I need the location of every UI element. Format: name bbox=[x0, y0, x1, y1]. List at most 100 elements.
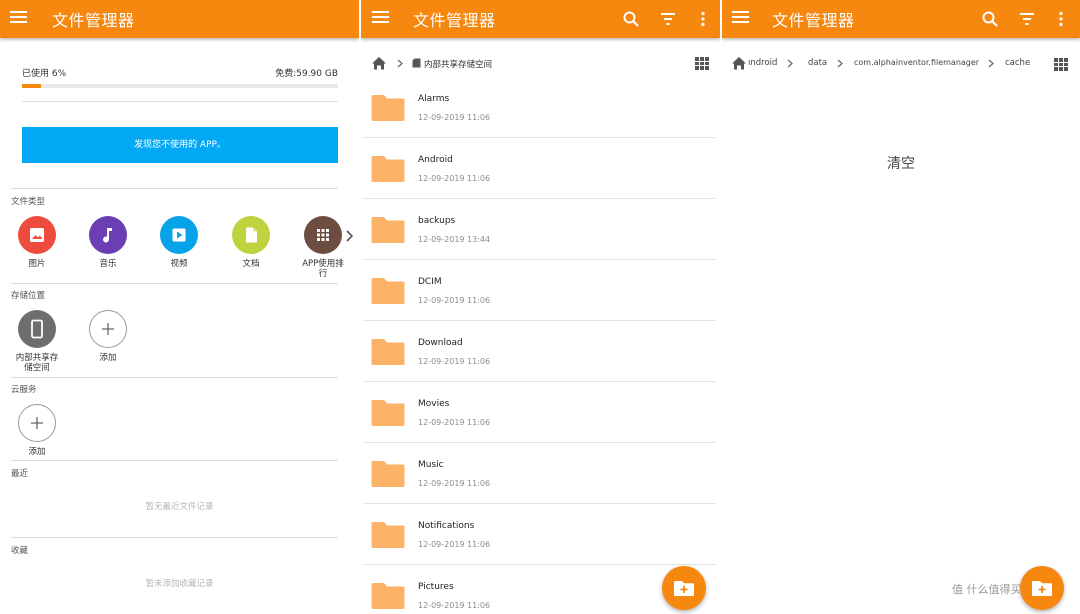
sd-card-icon bbox=[412, 58, 421, 68]
category-documents[interactable]: 文档 bbox=[221, 216, 281, 269]
storage-free-label: 免费:59.90 GB bbox=[275, 69, 338, 79]
folder-list-panel: 文件管理器 内部共享存储空间 Alarms 12-09-2019 11:06 And… bbox=[361, 0, 720, 614]
chevron-right-icon bbox=[837, 59, 843, 68]
app-title: 文件管理器 bbox=[772, 11, 855, 30]
folder-row[interactable]: backups 12-09-2019 13:44 bbox=[361, 199, 716, 260]
add-cloud-button[interactable]: 添加 bbox=[7, 404, 67, 457]
divider bbox=[11, 460, 338, 461]
divider bbox=[22, 101, 338, 102]
divider bbox=[11, 377, 338, 378]
category-videos[interactable]: 视频 bbox=[149, 216, 209, 269]
folder-row[interactable]: Music 12-09-2019 11:06 bbox=[361, 443, 716, 504]
storage-used-label: 已使用 6% bbox=[22, 69, 67, 79]
category-label: 图片 bbox=[28, 259, 46, 269]
breadcrumb-item[interactable]: ındroid bbox=[748, 58, 777, 68]
home-panel: 文件管理器 已使用 6% 免费:59.90 GB 发现您不使用的 APP。 文件… bbox=[0, 0, 359, 614]
breadcrumb-current[interactable]: 内部共享存储空间 bbox=[424, 58, 492, 70]
category-label: 视频 bbox=[170, 259, 188, 269]
breadcrumb-item[interactable]: data bbox=[808, 58, 827, 68]
menu-icon[interactable] bbox=[372, 10, 389, 24]
folder-date: 12-09-2019 11:06 bbox=[418, 418, 491, 427]
recent-title: 最近 bbox=[11, 469, 29, 479]
folder-row[interactable]: Notifications 12-09-2019 11:06 bbox=[361, 504, 716, 565]
folder-icon bbox=[371, 522, 405, 548]
folder-row[interactable]: Alarms 12-09-2019 11:06 bbox=[361, 77, 716, 138]
chevron-right-icon[interactable] bbox=[343, 229, 355, 243]
folder-name: Notifications bbox=[418, 521, 475, 531]
add-label: 添加 bbox=[28, 447, 46, 457]
folder-name: Alarms bbox=[418, 94, 450, 104]
divider bbox=[11, 283, 338, 284]
filter-sort-icon[interactable] bbox=[1017, 9, 1037, 29]
app-title: 文件管理器 bbox=[52, 11, 135, 30]
more-vert-icon[interactable] bbox=[1051, 9, 1071, 29]
document-icon bbox=[232, 216, 270, 254]
category-music[interactable]: 音乐 bbox=[78, 216, 138, 269]
folder-name: Android bbox=[418, 155, 453, 165]
breadcrumb: 内部共享存储空间 bbox=[361, 56, 720, 72]
category-label-line: 行 bbox=[318, 269, 328, 279]
storage-label-line: 储空间 bbox=[24, 363, 50, 373]
empty-folder-text: 清空 bbox=[887, 156, 915, 172]
new-folder-button[interactable] bbox=[662, 566, 706, 610]
plus-icon bbox=[18, 404, 56, 442]
home-icon[interactable] bbox=[371, 56, 387, 70]
category-app-usage[interactable]: APP使用排 行 bbox=[292, 216, 354, 279]
apps-grid-icon bbox=[304, 216, 342, 254]
unused-apps-banner[interactable]: 发现您不使用的 APP。 bbox=[22, 127, 338, 163]
folder-date: 12-09-2019 11:06 bbox=[418, 174, 491, 183]
image-icon bbox=[18, 216, 56, 254]
add-storage-button[interactable]: 添加 bbox=[78, 310, 138, 363]
breadcrumb-item[interactable]: cache bbox=[1005, 58, 1030, 68]
cloud-title: 云服务 bbox=[11, 385, 37, 395]
folder-date: 12-09-2019 13:44 bbox=[418, 235, 491, 244]
folder-row[interactable]: Download 12-09-2019 11:06 bbox=[361, 321, 716, 382]
filter-sort-icon[interactable] bbox=[658, 9, 678, 29]
create-folder-icon bbox=[1032, 581, 1052, 596]
music-note-icon bbox=[89, 216, 127, 254]
chevron-right-icon bbox=[787, 59, 793, 68]
breadcrumb-item[interactable]: com.alphainventor.filemanager bbox=[854, 58, 979, 67]
new-folder-button[interactable] bbox=[1020, 566, 1064, 610]
divider bbox=[11, 537, 338, 538]
storage-label-line: 内部共享存 bbox=[15, 353, 59, 363]
search-icon[interactable] bbox=[980, 9, 1000, 29]
menu-icon[interactable] bbox=[732, 10, 749, 24]
app-bar: 文件管理器 bbox=[722, 0, 1080, 38]
category-images[interactable]: 图片 bbox=[7, 216, 67, 269]
video-play-icon bbox=[160, 216, 198, 254]
folder-date: 12-09-2019 11:06 bbox=[418, 113, 491, 122]
folder-name: Pictures bbox=[418, 582, 454, 592]
storage-internal[interactable]: 内部共享存 储空间 bbox=[7, 310, 67, 373]
category-label: APP使用排 行 bbox=[292, 259, 354, 279]
folder-icon bbox=[371, 400, 405, 426]
storage-summary: 已使用 6% 免费:59.90 GB bbox=[22, 66, 338, 79]
cache-folder-panel: 文件管理器 ındroid data com.alphainventor.fil… bbox=[722, 0, 1080, 614]
menu-icon[interactable] bbox=[10, 10, 27, 24]
chevron-right-icon bbox=[988, 59, 994, 68]
grid-view-icon[interactable] bbox=[695, 57, 709, 70]
more-vert-icon[interactable] bbox=[693, 9, 713, 29]
add-label: 添加 bbox=[99, 353, 117, 363]
folder-icon bbox=[371, 339, 405, 365]
storage-progress-fill bbox=[22, 84, 41, 88]
home-icon[interactable] bbox=[731, 56, 747, 70]
folder-icon bbox=[371, 461, 405, 487]
folder-row[interactable]: Android 12-09-2019 11:06 bbox=[361, 138, 716, 199]
folder-icon bbox=[371, 278, 405, 304]
category-label: 音乐 bbox=[99, 259, 117, 269]
folder-name: Music bbox=[418, 460, 444, 470]
storage-locations-title: 存储位置 bbox=[11, 291, 46, 301]
folder-row[interactable]: Movies 12-09-2019 11:06 bbox=[361, 382, 716, 443]
create-folder-icon bbox=[674, 581, 694, 596]
folder-date: 12-09-2019 11:06 bbox=[418, 601, 491, 610]
search-icon[interactable] bbox=[621, 9, 641, 29]
watermark-text: 值 什么值得买 bbox=[952, 583, 1022, 596]
favorites-empty-text: 暂未添加收藏记录 bbox=[145, 579, 214, 589]
folder-row[interactable]: DCIM 12-09-2019 11:06 bbox=[361, 260, 716, 321]
folder-name: Download bbox=[418, 338, 463, 348]
folder-date: 12-09-2019 11:06 bbox=[418, 357, 491, 366]
category-label: 文档 bbox=[242, 259, 260, 269]
recent-empty-text: 暂无最近文件记录 bbox=[145, 502, 214, 512]
grid-view-icon[interactable] bbox=[1054, 58, 1068, 71]
